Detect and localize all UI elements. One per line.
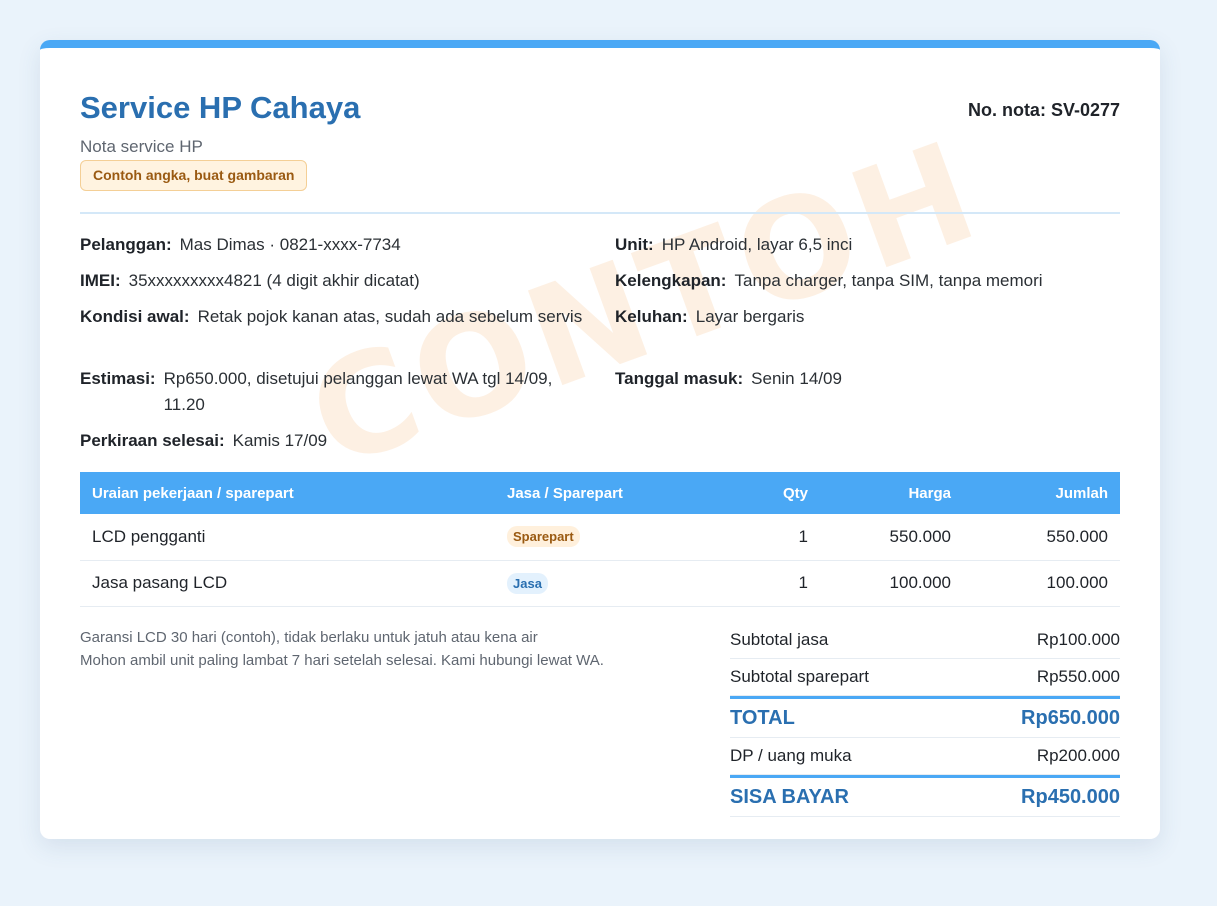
info-value: Mas Dimas · 0821-xxxx-7734 — [179, 235, 401, 254]
total-value: Rp650.000 — [1021, 706, 1120, 729]
dp-row: DP / uang muka Rp200.000 — [730, 738, 1120, 775]
subtotal-jasa-value: Rp100.000 — [1036, 630, 1120, 649]
subtotal-sparepart-row: Subtotal sparepart Rp550.000 — [730, 659, 1120, 696]
info-value: Layar bergaris — [695, 307, 805, 326]
receipt-subtitle: Nota service HP — [80, 137, 203, 156]
subtotal-jasa-label: Subtotal jasa — [730, 630, 829, 649]
info-label: Tanggal masuk: — [615, 369, 744, 388]
info-unit: Unit: HP Android, layar 6,5 inci — [615, 232, 1120, 258]
column-header-price: Harga — [820, 472, 963, 514]
info-perkiraan-selesai: Perkiraan selesai: Kamis 17/09 — [80, 428, 600, 454]
dp-label: DP / uang muka — [730, 746, 852, 765]
info-value: Rp650.000, disetujui pelanggan lewat WA … — [163, 369, 553, 414]
cell-type: Sparepart — [495, 514, 710, 561]
total-label: TOTAL — [730, 706, 795, 729]
subtotal-jasa-row: Subtotal jasa Rp100.000 — [730, 622, 1120, 659]
total-row: TOTAL Rp650.000 — [730, 696, 1120, 738]
info-kelengkapan: Kelengkapan: Tanpa charger, tanpa SIM, t… — [615, 268, 1120, 294]
receipt-notes: Garansi LCD 30 hari (contoh), tidak berl… — [80, 626, 604, 672]
info-value: HP Android, layar 6,5 inci — [661, 235, 853, 254]
subtotal-sparepart-value: Rp550.000 — [1036, 667, 1120, 686]
column-header-qty: Qty — [710, 472, 820, 514]
table-header-row: Uraian pekerjaan / sparepart Jasa / Spar… — [80, 472, 1120, 514]
column-header-type: Jasa / Sparepart — [495, 472, 710, 514]
info-label: Perkiraan selesai: — [80, 431, 225, 450]
receipt-header: Service HP Cahaya Nota service HP Contoh… — [80, 48, 1120, 214]
info-value: Kamis 17/09 — [232, 431, 328, 450]
column-header-description: Uraian pekerjaan / sparepart — [80, 472, 495, 514]
nota-number: No. nota: SV-0277 — [967, 100, 1120, 120]
cell-description: Jasa pasang LCD — [80, 560, 495, 607]
totals-summary: Subtotal jasa Rp100.000 Subtotal sparepa… — [730, 622, 1120, 817]
type-chip-sparepart: Sparepart — [507, 526, 580, 548]
info-label: Unit: — [615, 235, 654, 254]
info-label: IMEI: — [80, 271, 121, 290]
cell-price: 550.000 — [820, 514, 963, 561]
info-tanggal-masuk: Tanggal masuk: Senin 14/09 — [615, 366, 1120, 392]
sample-badge: Contoh angka, buat gambaran — [80, 160, 308, 191]
info-label: Kelengkapan: — [615, 271, 727, 290]
note-pickup: Mohon ambil unit paling lambat 7 hari se… — [80, 652, 604, 669]
dp-value: Rp200.000 — [1036, 746, 1120, 765]
cell-qty: 1 — [710, 560, 820, 607]
info-estimasi: Estimasi: Rp650.000, disetujui pelanggan… — [80, 366, 595, 418]
customer-info: Pelanggan: Mas Dimas · 0821-xxxx-7734 Un… — [80, 214, 1120, 464]
shop-name: Service HP Cahaya — [80, 90, 361, 125]
table-row: Jasa pasang LCD Jasa 1 100.000 100.000 — [80, 560, 1120, 607]
receipt-card: CONTOH Service HP Cahaya Nota service HP… — [40, 40, 1160, 839]
column-header-amount: Jumlah — [963, 472, 1120, 514]
note-warranty: Garansi LCD 30 hari (contoh), tidak berl… — [80, 629, 538, 646]
cell-type: Jasa — [495, 560, 710, 607]
cell-description: LCD pengganti — [80, 514, 495, 561]
info-label: Keluhan: — [615, 307, 688, 326]
cell-qty: 1 — [710, 514, 820, 561]
sisa-bayar-label: SISA BAYAR — [730, 785, 849, 808]
info-kondisi: Kondisi awal: Retak pojok kanan atas, su… — [80, 304, 590, 330]
sisa-bayar-row: SISA BAYAR Rp450.000 — [730, 775, 1120, 817]
cell-price: 100.000 — [820, 560, 963, 607]
info-value: Senin 14/09 — [751, 369, 842, 388]
info-value: Tanpa charger, tanpa SIM, tanpa memori — [734, 271, 1043, 290]
info-keluhan: Keluhan: Layar bergaris — [615, 304, 1120, 330]
sisa-bayar-value: Rp450.000 — [1021, 785, 1120, 808]
info-value: Retak pojok kanan atas, sudah ada sebelu… — [197, 307, 583, 326]
info-label: Pelanggan: — [80, 235, 172, 254]
cell-amount: 550.000 — [963, 514, 1120, 561]
info-label: Kondisi awal: — [80, 307, 190, 326]
items-table: Uraian pekerjaan / sparepart Jasa / Spar… — [80, 472, 1120, 607]
info-pelanggan: Pelanggan: Mas Dimas · 0821-xxxx-7734 — [80, 232, 600, 258]
table-row: LCD pengganti Sparepart 1 550.000 550.00… — [80, 514, 1120, 561]
cell-amount: 100.000 — [963, 560, 1120, 607]
info-value: 35xxxxxxxxx4821 (4 digit akhir dicatat) — [128, 271, 420, 290]
subtotal-sparepart-label: Subtotal sparepart — [730, 667, 869, 686]
info-label: Estimasi: — [80, 369, 156, 388]
info-imei: IMEI: 35xxxxxxxxx4821 (4 digit akhir dic… — [80, 268, 600, 294]
type-chip-jasa: Jasa — [507, 572, 548, 594]
